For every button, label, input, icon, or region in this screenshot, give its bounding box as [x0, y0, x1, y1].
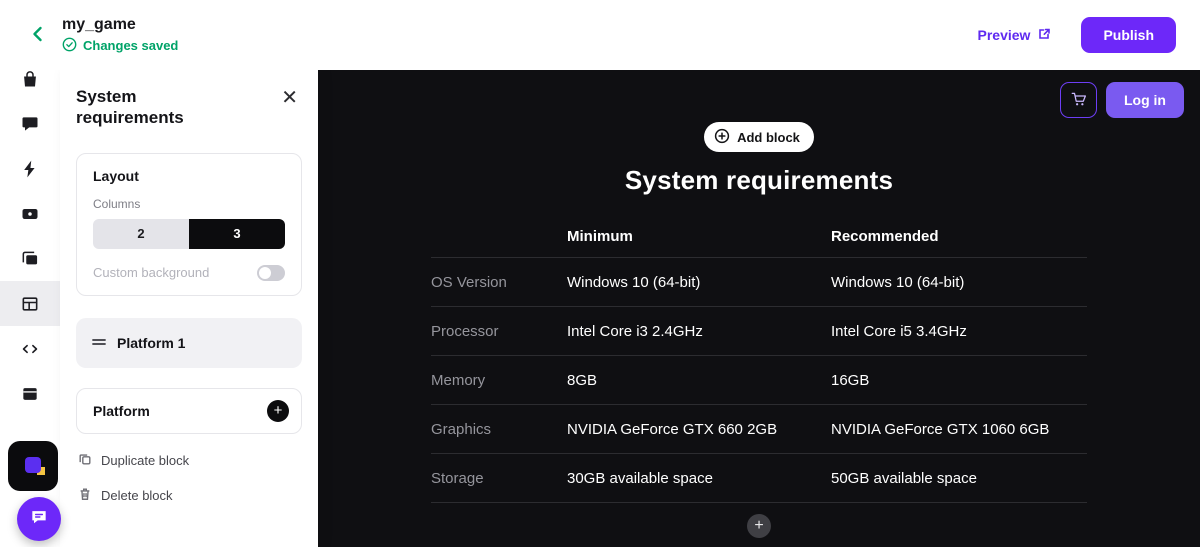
chevron-left-icon — [28, 24, 48, 47]
panel-title: System requirements — [76, 86, 206, 129]
save-status: Changes saved — [62, 37, 178, 55]
images-icon[interactable] — [0, 236, 60, 281]
platform-item-label: Platform 1 — [117, 335, 185, 351]
avatar-art — [25, 457, 41, 473]
close-icon: ✕ — [281, 87, 298, 109]
spec-table-body: OS VersionWindows 10 (64-bit)Windows 10 … — [431, 258, 1087, 503]
custom-background-row: Custom background — [93, 265, 285, 281]
delete-label: Delete block — [101, 488, 173, 503]
platform-item[interactable]: Platform 1 — [76, 318, 302, 368]
columns-option-2[interactable]: 2 — [93, 219, 189, 249]
duplicate-label: Duplicate block — [101, 453, 189, 468]
row-label: OS Version — [431, 274, 567, 291]
columns-label: Columns — [93, 197, 285, 211]
plus-icon: + — [754, 518, 763, 534]
title-block: my_game Changes saved — [62, 16, 178, 55]
layout-card: Layout Columns 2 3 Custom background — [76, 153, 302, 296]
columns-segmented-control: 2 3 — [93, 219, 285, 249]
columns-option-3[interactable]: 3 — [189, 219, 285, 249]
drag-handle-icon — [92, 334, 106, 352]
row-label: Storage — [431, 470, 567, 487]
page-canvas: Log in Add block System requirements Min… — [318, 70, 1200, 547]
status-text: Changes saved — [83, 38, 178, 53]
row-value: Intel Core i3 2.4GHz — [567, 323, 831, 340]
workspace: System requirements ✕ Layout Columns 2 3… — [0, 70, 1200, 547]
row-value: Windows 10 (64-bit) — [567, 274, 831, 291]
table-icon[interactable] — [0, 281, 60, 326]
external-link-icon — [1037, 27, 1051, 44]
requirements-table: Minimum Recommended OS VersionWindows 10… — [431, 216, 1087, 503]
table-row: GraphicsNVIDIA GeForce GTX 660 2GBNVIDIA… — [431, 405, 1087, 454]
row-value: 16GB — [831, 372, 1087, 389]
row-value: Intel Core i5 3.4GHz — [831, 323, 1087, 340]
code-icon[interactable] — [0, 326, 60, 371]
window-icon[interactable] — [0, 371, 60, 416]
back-button[interactable] — [24, 21, 52, 49]
preview-link[interactable]: Preview — [978, 27, 1052, 44]
check-circle-icon — [62, 37, 77, 55]
topbar: my_game Changes saved Preview Publish — [0, 0, 1200, 70]
page-title: my_game — [62, 16, 178, 34]
circle-plus-icon — [714, 128, 730, 147]
game-avatar[interactable] — [8, 441, 58, 491]
ticket-icon[interactable] — [0, 191, 60, 236]
publish-button[interactable]: Publish — [1081, 17, 1176, 53]
support-chat-button[interactable] — [17, 497, 61, 541]
topbar-actions: Preview Publish — [978, 17, 1177, 53]
row-value: 30GB available space — [567, 470, 831, 487]
row-value: NVIDIA GeForce GTX 1060 6GB — [831, 421, 1087, 438]
block-heading: System requirements — [318, 165, 1200, 196]
block-settings-panel: System requirements ✕ Layout Columns 2 3… — [60, 70, 318, 547]
trash-icon — [78, 487, 92, 504]
add-block-button[interactable]: Add block — [704, 122, 814, 152]
row-value: 50GB available space — [831, 470, 1087, 487]
chat-bubble-icon — [29, 507, 49, 532]
canvas-header-actions: Log in — [1060, 82, 1184, 118]
comments-icon[interactable] — [0, 101, 60, 146]
layout-title: Layout — [93, 168, 285, 184]
row-value: NVIDIA GeForce GTX 660 2GB — [567, 421, 831, 438]
row-value: Windows 10 (64-bit) — [831, 274, 1087, 291]
lightning-icon[interactable] — [0, 146, 60, 191]
store-icon[interactable] — [0, 70, 60, 101]
header-recommended: Recommended — [831, 228, 1087, 245]
table-row: Storage30GB available space50GB availabl… — [431, 454, 1087, 503]
block-toolbar — [0, 70, 60, 547]
add-row-button[interactable]: + — [747, 514, 771, 538]
header-minimum: Minimum — [567, 228, 831, 245]
login-button[interactable]: Log in — [1106, 82, 1184, 118]
plus-icon: + — [274, 403, 283, 418]
close-panel-button[interactable]: ✕ — [277, 86, 302, 110]
table-row: OS VersionWindows 10 (64-bit)Windows 10 … — [431, 258, 1087, 307]
row-label: Processor — [431, 323, 567, 340]
duplicate-icon — [78, 452, 92, 469]
row-value: 8GB — [567, 372, 831, 389]
custom-background-label: Custom background — [93, 265, 209, 280]
platform-add-label: Platform — [93, 403, 150, 419]
preview-label: Preview — [978, 27, 1031, 43]
panel-header: System requirements ✕ — [76, 86, 302, 129]
add-block-label: Add block — [737, 130, 800, 145]
table-header-row: Minimum Recommended — [431, 216, 1087, 258]
toggle-knob — [259, 267, 271, 279]
row-label: Graphics — [431, 421, 567, 438]
table-row: ProcessorIntel Core i3 2.4GHzIntel Core … — [431, 307, 1087, 356]
add-row-wrap: + — [318, 514, 1200, 538]
cart-icon — [1070, 90, 1088, 111]
row-label: Memory — [431, 372, 567, 389]
duplicate-block-button[interactable]: Duplicate block — [76, 452, 302, 469]
delete-block-button[interactable]: Delete block — [76, 487, 302, 504]
add-platform-button[interactable]: + — [267, 400, 289, 422]
custom-background-toggle[interactable] — [257, 265, 285, 281]
cart-button[interactable] — [1060, 82, 1097, 118]
table-row: Memory8GB16GB — [431, 356, 1087, 405]
platform-add-row: Platform + — [76, 388, 302, 434]
